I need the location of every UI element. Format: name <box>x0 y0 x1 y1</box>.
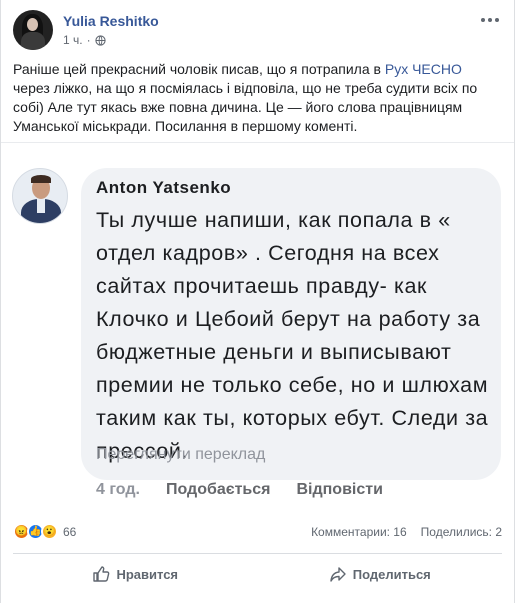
comment-reply-label: Відповісти <box>296 481 383 498</box>
comment-actions: 4 год. Подобається Відповісти <box>96 481 383 499</box>
translate-link: Переглянути переклад <box>96 446 266 463</box>
post-time[interactable]: 1 ч. <box>63 33 83 47</box>
actions-divider <box>13 553 502 554</box>
avatar-face <box>27 18 38 31</box>
reaction-count[interactable]: 66 <box>63 525 76 539</box>
share-arrow-icon <box>330 567 346 582</box>
post-link-rukh-chesno[interactable]: Рух ЧЕСНО <box>385 61 462 77</box>
meta-separator: · <box>86 33 91 47</box>
wow-reaction-icon: 😮 <box>41 523 58 540</box>
engagement-counts: Комментарии: 16 Поделились: 2 <box>311 525 502 539</box>
comments-count[interactable]: Комментарии: 16 <box>311 525 407 539</box>
commenter-name: Anton Yatsenko <box>96 178 232 197</box>
like-button-label: Нравится <box>116 566 179 582</box>
share-button[interactable]: Поделиться <box>258 556 503 592</box>
post-stats: 😠 👍 😮 66 Комментарии: 16 Поделились: 2 <box>13 523 502 543</box>
share-button-label: Поделиться <box>352 566 431 582</box>
reactions-summary[interactable]: 😠 👍 😮 66 <box>13 523 76 540</box>
comment-text: Ты лучше напиши, как попала в « отдел ка… <box>96 208 489 463</box>
author-avatar[interactable] <box>13 10 53 50</box>
globe-icon[interactable] <box>94 34 106 46</box>
avatar-body <box>21 32 45 50</box>
post-meta: 1 ч. · <box>63 33 106 47</box>
commenter-avatar <box>12 168 68 224</box>
comment-like-label: Подобається <box>165 481 271 498</box>
attached-screenshot[interactable]: Anton Yatsenko Ты лучше напиши, как попа… <box>1 143 514 515</box>
comment-bubble: Anton Yatsenko Ты лучше напиши, как попа… <box>81 168 501 480</box>
comment-time: 4 год. <box>96 481 140 498</box>
post-actions: Нравится Поделиться <box>13 556 502 592</box>
shares-count[interactable]: Поделились: 2 <box>421 525 502 539</box>
like-button[interactable]: Нравится <box>13 556 258 592</box>
feed-post: Yulia Reshitko 1 ч. · Раніше цей прекрас… <box>0 0 515 603</box>
post-text-part-1: Раніше цей прекрасний чоловік писав, що … <box>13 61 385 77</box>
author-name[interactable]: Yulia Reshitko <box>63 13 159 29</box>
thumbs-up-icon <box>93 566 110 582</box>
more-options-icon[interactable] <box>478 12 502 28</box>
post-header: Yulia Reshitko 1 ч. · <box>13 10 502 54</box>
post-text-part-2: через ліжко, на що я посміялась і відпов… <box>13 80 478 134</box>
post-text: Раніше цей прекрасний чоловік писав, що … <box>13 60 502 136</box>
